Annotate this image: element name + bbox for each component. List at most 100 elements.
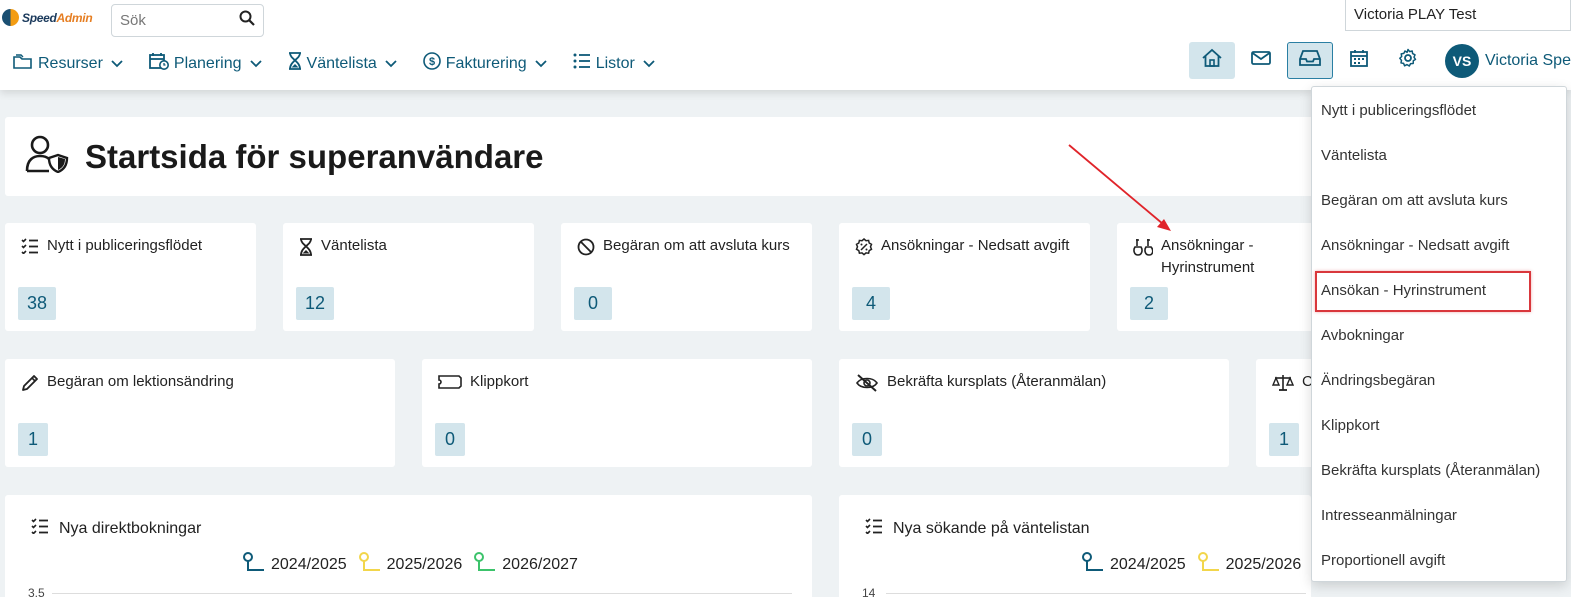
- search-icon[interactable]: [239, 10, 255, 31]
- home-icon: [1201, 48, 1223, 73]
- menu-item-klippkort[interactable]: Klippkort: [1312, 403, 1566, 448]
- legend-marker-icon: [1082, 552, 1104, 577]
- page-title-card: Startsida för superanvändare: [5, 117, 1345, 196]
- inbox-icon: [1299, 49, 1321, 72]
- inbox-button[interactable]: [1287, 42, 1333, 79]
- chart-title: Nya direktbokningar: [31, 518, 201, 539]
- card-publiceringsflode[interactable]: Nytt i publiceringsflödet 38: [5, 223, 256, 331]
- hourglass-icon: [288, 52, 302, 75]
- inbox-dropdown-menu: Nytt i publiceringsflödet Väntelista Beg…: [1311, 86, 1567, 582]
- chevron-down-icon: [643, 55, 655, 73]
- search-input[interactable]: [120, 12, 230, 29]
- y-axis-tick: 3.5: [28, 586, 45, 597]
- card-label: Ansökningar - Nedsatt avgift: [881, 237, 1070, 254]
- legend-label: 2024/2025: [1110, 555, 1186, 573]
- checklist-icon: [31, 518, 49, 539]
- chevron-down-icon: [385, 55, 397, 73]
- menu-item-intresseanmalningar[interactable]: Intresseanmälningar: [1312, 493, 1566, 538]
- chart-vantelistan: Nya sökande på väntelistan: [839, 495, 1311, 597]
- menu-item-bekrafta-kursplats[interactable]: Bekräfta kursplats (Återanmälan): [1312, 448, 1566, 493]
- ticket-icon: [438, 374, 462, 397]
- count-badge: 0: [574, 287, 612, 320]
- checklist-icon: [21, 238, 39, 261]
- card-avsluta-kurs[interactable]: Begäran om att avsluta kurs 0: [561, 223, 812, 331]
- ban-icon: [577, 238, 595, 263]
- chart-legend-1: 2024/2025 2025/2026 2026/2027: [243, 552, 578, 577]
- legend-label: 2025/2026: [386, 555, 463, 573]
- legend-item[interactable]: 2025/2026: [1197, 552, 1302, 577]
- search-box: [111, 4, 264, 37]
- count-badge: 0: [852, 423, 882, 456]
- legend-item[interactable]: 2024/2025: [1082, 552, 1186, 577]
- card-bekrafta-kursplats[interactable]: Bekräfta kursplats (Återanmälan) 0: [839, 359, 1229, 467]
- nav-resurser[interactable]: Resurser: [13, 52, 123, 75]
- legend-item[interactable]: 2024/2025: [243, 552, 347, 577]
- card-label: Bekräfta kursplats (Återanmälan): [887, 373, 1107, 390]
- legend-label: 2025/2026: [1225, 555, 1302, 573]
- chart-legend-2: 2024/2025 2025/2026: [1082, 552, 1301, 577]
- user-shield-icon: [25, 135, 69, 178]
- menu-item-hyrinstrument[interactable]: Ansökan - Hyrinstrument: [1312, 268, 1566, 313]
- nav-planering[interactable]: Planering: [149, 52, 262, 75]
- legend-label: 2026/2027: [502, 555, 578, 573]
- card-vantelista[interactable]: Väntelista 12: [283, 223, 534, 331]
- mail-icon: [1251, 50, 1271, 71]
- mail-button[interactable]: [1238, 42, 1284, 79]
- y-axis-tick: 14: [862, 586, 876, 597]
- calendar-clock-icon: [149, 52, 169, 75]
- calendar-icon: [1350, 49, 1368, 72]
- legend-label: 2024/2025: [271, 555, 347, 573]
- logo-text: SpeedAdmin: [22, 10, 93, 25]
- count-badge: 12: [296, 287, 334, 320]
- nav-listor[interactable]: Listor: [573, 52, 655, 75]
- nav-label: Fakturering: [445, 54, 527, 72]
- chevron-down-icon: [111, 55, 123, 73]
- legend-item[interactable]: 2025/2026: [358, 552, 463, 577]
- gridline: [886, 593, 1306, 594]
- menu-item-proportionell-avgift[interactable]: Proportionell avgift: [1312, 538, 1566, 583]
- main-nav: Resurser Planering Väntelista $ Fakturer…: [13, 52, 655, 75]
- svg-text:$: $: [429, 56, 435, 68]
- legend-item[interactable]: 2026/2027: [474, 552, 578, 577]
- nav-label: Listor: [595, 54, 635, 72]
- dollar-circle-icon: $: [422, 52, 441, 75]
- menu-item-andringsbegaran[interactable]: Ändringsbegäran: [1312, 358, 1566, 403]
- user-name[interactable]: Victoria Spe: [1485, 52, 1571, 70]
- card-label: Klippkort: [470, 373, 529, 390]
- home-button[interactable]: [1189, 42, 1235, 79]
- discount-icon: [855, 238, 873, 263]
- organization-selector[interactable]: Victoria PLAY Test: [1345, 0, 1571, 31]
- legend-marker-icon: [474, 552, 496, 577]
- gridline: [52, 593, 792, 594]
- card-klippkort[interactable]: Klippkort 0: [422, 359, 812, 467]
- count-badge: 0: [435, 423, 465, 456]
- card-nedsatt-avgift[interactable]: Ansökningar - Nedsatt avgift 4: [839, 223, 1090, 331]
- list-icon: [573, 53, 591, 74]
- speedadmin-logo[interactable]: SpeedAdmin: [2, 9, 93, 26]
- menu-item-nedsatt-avgift[interactable]: Ansökningar - Nedsatt avgift: [1312, 223, 1566, 268]
- avatar[interactable]: VS: [1445, 43, 1479, 78]
- legend-marker-icon: [243, 552, 265, 577]
- top-bar: SpeedAdmin Victoria PLAY Test Resurser P…: [0, 0, 1571, 90]
- chart-title: Nya sökande på väntelistan: [865, 518, 1090, 539]
- menu-item-publiceringsflode[interactable]: Nytt i publiceringsflödet: [1312, 88, 1566, 133]
- menu-item-avbokningar[interactable]: Avbokningar: [1312, 313, 1566, 358]
- menu-item-vantelista[interactable]: Väntelista: [1312, 133, 1566, 178]
- card-label: Väntelista: [321, 237, 387, 254]
- chart-title-text: Nya direktbokningar: [59, 519, 202, 537]
- scale-icon: [1271, 374, 1295, 399]
- menu-item-avsluta-kurs[interactable]: Begäran om att avsluta kurs: [1312, 178, 1566, 223]
- eye-slash-icon: [855, 374, 879, 399]
- card-lektionsandring[interactable]: Begäran om lektionsändring 1: [5, 359, 395, 467]
- card-label: Nytt i publiceringsflödet: [47, 237, 203, 254]
- calendar-button[interactable]: [1336, 42, 1382, 79]
- nav-label: Resurser: [38, 54, 103, 72]
- settings-button[interactable]: [1385, 42, 1431, 79]
- nav-vantelista[interactable]: Väntelista: [288, 52, 397, 75]
- guitar-icon: [1133, 238, 1154, 263]
- nav-fakturering[interactable]: $ Fakturering: [422, 52, 547, 75]
- header-actions: VS Victoria Spe: [1189, 42, 1571, 79]
- card-label: Begäran om lektionsändring: [47, 373, 234, 390]
- chart-title-text: Nya sökande på väntelistan: [893, 519, 1090, 537]
- checklist-icon: [865, 518, 883, 539]
